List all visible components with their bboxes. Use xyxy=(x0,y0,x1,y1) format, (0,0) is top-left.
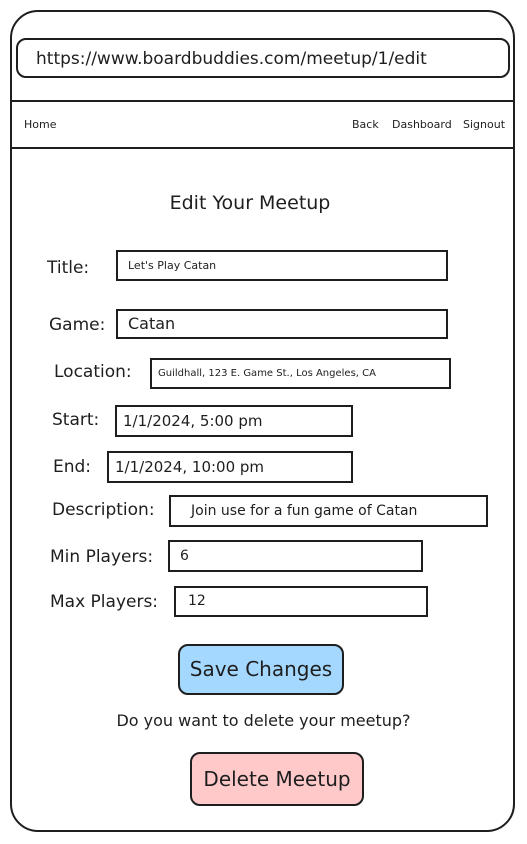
nav-signout-link[interactable]: Signout xyxy=(463,118,505,131)
title-input[interactable]: Let's Play Catan xyxy=(116,250,448,281)
location-label: Location: xyxy=(54,362,132,382)
min-players-label: Min Players: xyxy=(50,547,154,567)
min-players-input[interactable]: 6 xyxy=(168,540,423,572)
start-label: Start: xyxy=(52,410,100,430)
delete-prompt: Do you want to delete your meetup? xyxy=(116,711,411,730)
max-players-input[interactable]: 12 xyxy=(174,586,428,617)
nav-divider-top xyxy=(11,100,513,102)
save-changes-button[interactable]: Save Changes xyxy=(178,644,344,695)
game-label: Game: xyxy=(49,315,106,335)
description-label: Description: xyxy=(52,500,155,520)
page-title: Edit Your Meetup xyxy=(169,192,331,214)
max-players-label: Max Players: xyxy=(50,592,159,612)
title-label: Title: xyxy=(47,258,90,278)
nav-divider-bottom xyxy=(11,147,513,149)
nav-home-link[interactable]: Home xyxy=(24,118,56,131)
nav-dashboard-link[interactable]: Dashboard xyxy=(392,118,452,131)
nav-back-link[interactable]: Back xyxy=(352,118,379,131)
game-input[interactable]: Catan xyxy=(116,309,448,339)
address-bar[interactable]: https://www.boardbuddies.com/meetup/1/ed… xyxy=(16,38,510,78)
end-label: End: xyxy=(53,457,92,477)
description-input[interactable]: Join use for a fun game of Catan xyxy=(169,495,488,527)
start-input[interactable]: 1/1/2024, 5:00 pm xyxy=(115,405,353,437)
location-input[interactable]: Guildhall, 123 E. Game St., Los Angeles,… xyxy=(150,358,451,389)
end-input[interactable]: 1/1/2024, 10:00 pm xyxy=(107,451,353,483)
delete-meetup-button[interactable]: Delete Meetup xyxy=(190,752,364,806)
